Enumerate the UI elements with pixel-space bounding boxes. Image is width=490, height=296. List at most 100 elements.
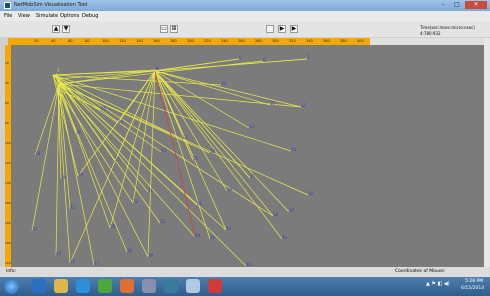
node-label[interactable]: 40 (195, 233, 201, 238)
ruler-tick: 140 (136, 39, 143, 43)
app-icon-taskbar[interactable] (142, 279, 156, 293)
close-button[interactable]: ✕ (465, 1, 487, 9)
node-label[interactable]: 17 (289, 208, 295, 213)
menu-options[interactable]: Options (60, 13, 79, 19)
node-label[interactable]: 29 (61, 175, 67, 180)
node-label[interactable]: 28 (35, 151, 41, 156)
node-label[interactable]: 33 (133, 199, 139, 204)
clock-time: 5:28 PM (465, 279, 484, 284)
node-label[interactable]: 22 (182, 135, 188, 140)
node-label[interactable]: 37 (32, 227, 38, 232)
folder-icon[interactable] (54, 279, 68, 293)
node-label[interactable]: 10 (221, 81, 227, 86)
node-label[interactable]: 14 (291, 147, 297, 152)
ie-icon[interactable] (32, 279, 46, 293)
node-label[interactable]: 36 (110, 224, 116, 229)
link-line (58, 83, 196, 238)
maximize-button[interactable]: □ (450, 1, 464, 9)
node-label[interactable]: 20 (210, 149, 216, 154)
vruler-tick: 40 (5, 81, 9, 85)
node-label[interactable]: 7 (307, 55, 310, 60)
menu-simulate[interactable]: Simulate (36, 13, 58, 19)
title-bar: NetMobSim Visualisation Tool – □ ✕ (0, 0, 490, 11)
link-line (56, 78, 162, 153)
ruler-tick: 80 (85, 39, 90, 43)
node-label[interactable]: 38 (127, 248, 133, 253)
node-label[interactable]: 27 (115, 157, 121, 162)
node-label[interactable]: 45 (70, 259, 76, 264)
up-arrow-icon[interactable]: ▲ (52, 25, 60, 33)
link-line (56, 78, 161, 224)
ruler-tick: 160 (153, 39, 160, 43)
node-label[interactable]: 26 (76, 130, 82, 135)
simulation-canvas[interactable]: 7 4 3 2 0 9 5 6 7 10 11 12 13 14 15 16 17 18 19 20 21 22 23 24 2… (11, 45, 484, 267)
time-value: 4:780:932 (420, 31, 441, 36)
node-label[interactable]: 34 (197, 201, 203, 206)
app-icon (4, 2, 11, 9)
link-line (56, 78, 149, 193)
menu-file[interactable]: File (4, 13, 12, 19)
node-label[interactable]: 31 (148, 188, 154, 193)
netmobsim-task-icon[interactable] (186, 279, 200, 293)
node-label[interactable]: 43 (282, 235, 288, 240)
pdf-icon[interactable] (208, 279, 222, 293)
link-line (154, 70, 211, 240)
play-icon[interactable]: ▶ (290, 25, 298, 33)
start-button[interactable] (4, 279, 19, 294)
node-label[interactable]: 25 (101, 106, 107, 111)
link-line (154, 70, 250, 129)
ruler-tick: 60 (68, 39, 73, 43)
terminal-icon[interactable] (164, 279, 178, 293)
system-tray[interactable]: ▲ ⚑ ◧ ◀) (426, 281, 450, 287)
vruler-tick: 100 (5, 141, 11, 145)
chrome-icon[interactable] (98, 279, 112, 293)
status-bar: Info: Coordinates of Mouse: (0, 267, 490, 277)
node-label[interactable]: 6 (263, 57, 266, 62)
node-label[interactable]: 15 (250, 174, 256, 179)
vruler-tick: 60 (5, 101, 9, 105)
down-arrow-icon[interactable]: ▼ (62, 25, 70, 33)
taskbar: ▲ ⚑ ◧ ◀) 5:28 PM 6/15/2014 (0, 277, 490, 296)
vertical-scrollbar[interactable] (484, 38, 490, 267)
node-label[interactable]: 39 (148, 253, 154, 258)
step-icon[interactable]: ▶ (278, 25, 286, 33)
node-label[interactable]: 24 (118, 119, 124, 124)
node-label[interactable]: 19 (227, 187, 233, 192)
ruler-tick: 280 (255, 39, 262, 43)
node-label[interactable]: 44 (56, 251, 62, 256)
node-label[interactable]: 16 (308, 191, 314, 196)
node-label[interactable]: 18 (273, 212, 279, 217)
ruler-tick: 120 (119, 39, 126, 43)
info-label: Info: (6, 269, 17, 274)
link-line (55, 83, 60, 256)
node-label[interactable]: 23 (161, 148, 167, 153)
network-graph: 7432095 6 71011 121314151617181920212223242… (31, 55, 314, 267)
node-label[interactable]: 11 (270, 101, 276, 106)
node-label[interactable]: 12 (301, 103, 307, 108)
node-label[interactable]: 30 (78, 172, 84, 177)
node-label[interactable]: 32 (70, 205, 76, 210)
node-label[interactable]: 5 (239, 55, 242, 60)
vruler-tick: 20 (5, 61, 9, 65)
vruler-tick: 200 (5, 241, 11, 245)
firefox-icon[interactable] (120, 279, 134, 293)
node-label[interactable]: 42 (226, 226, 232, 231)
vruler-tick: 160 (5, 201, 11, 205)
link-line (154, 58, 308, 72)
node-label[interactable]: 13 (249, 124, 255, 129)
zoom-icon[interactable]: ⊞ (170, 25, 178, 33)
minimize-button[interactable]: – (436, 1, 450, 9)
media-icon[interactable] (76, 279, 90, 293)
node-label[interactable]: 47 (94, 261, 100, 266)
vruler-tick: 220 (5, 261, 11, 265)
menu-debug[interactable]: Debug (82, 13, 98, 19)
node-label[interactable]: 21 (193, 156, 199, 161)
stop-icon[interactable] (266, 25, 274, 33)
grid-icon[interactable]: ▭ (160, 25, 168, 33)
ruler-tick: 320 (289, 39, 296, 43)
node-label[interactable]: 41 (210, 235, 216, 240)
ruler-tick: 260 (238, 39, 245, 43)
menu-view[interactable]: View (18, 13, 30, 19)
node-label[interactable]: 35 (160, 219, 166, 224)
ruler-tick: 300 (272, 39, 279, 43)
